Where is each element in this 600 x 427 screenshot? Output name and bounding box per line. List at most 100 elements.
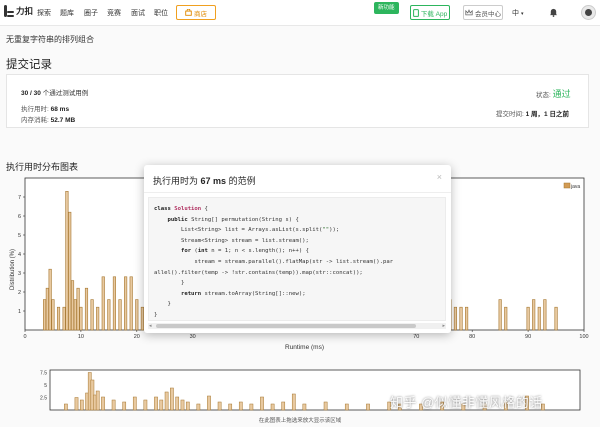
overview-y-tick-label: 2.5	[40, 396, 47, 402]
language-selector[interactable]: 中 ▾	[512, 8, 523, 18]
histogram-bar[interactable]	[70, 280, 75, 331]
store-label: 商店	[194, 10, 207, 18]
submit-time-label: 提交时间:	[496, 111, 524, 118]
histogram-bar[interactable]	[504, 306, 508, 331]
histogram-bar[interactable]	[51, 299, 55, 331]
avatar[interactable]	[581, 5, 596, 20]
runtime-value: 68 ms	[50, 106, 70, 113]
code-block[interactable]: class Solution { public String[] permuta…	[148, 197, 446, 321]
overview-bar	[302, 403, 307, 411]
histogram-bar[interactable]	[48, 268, 52, 331]
download-app-label: 下载 App	[420, 10, 448, 18]
overview-bar	[111, 399, 116, 411]
vip-center-button[interactable]: 会员中心	[463, 5, 503, 20]
histogram-bar[interactable]	[453, 306, 457, 331]
histogram-bar[interactable]	[79, 306, 83, 331]
histogram-bar[interactable]	[96, 306, 100, 331]
histogram-bar[interactable]	[43, 299, 47, 331]
modal-header: 执行用时为 67 ms 的范例 ×	[144, 165, 451, 193]
overview-bar	[143, 399, 148, 411]
close-icon[interactable]: ×	[437, 172, 442, 182]
histogram-bar[interactable]	[107, 299, 111, 331]
nav-jobs[interactable]: 职位	[154, 8, 168, 18]
memory-value: 52.7 MB	[50, 117, 76, 124]
status-badge: 通过	[552, 89, 571, 99]
nav-discuss[interactable]: 圈子	[84, 8, 98, 18]
histogram-bar[interactable]	[68, 211, 72, 331]
histogram-bar[interactable]	[537, 306, 541, 331]
histogram-bar[interactable]	[532, 299, 536, 331]
histogram-bar[interactable]	[498, 299, 502, 331]
nav-problems[interactable]: 题库	[60, 8, 74, 18]
x-tick-label: 80	[469, 334, 475, 340]
histogram-bar[interactable]	[65, 190, 69, 331]
x-axis-label: Runtime (ms)	[285, 344, 324, 351]
y-tick-label: 1	[18, 309, 21, 315]
submission-card: 30 / 30 个通过测试用例 执行用时: 68 ms 内存消耗: 52.7 M…	[6, 74, 589, 128]
overview-bar	[74, 397, 79, 411]
histogram-bar[interactable]	[73, 299, 77, 331]
histogram-bar[interactable]	[135, 299, 139, 331]
overview-bar	[122, 401, 127, 411]
legend-label[interactable]: java	[570, 184, 580, 190]
chevron-down-icon: ▾	[520, 11, 524, 17]
x-tick-label: 20	[134, 334, 140, 340]
overview-bar	[207, 395, 211, 411]
overview-bar	[185, 401, 190, 411]
submit-time-row: 提交时间: 1 周，1 日之前	[496, 108, 569, 118]
histogram-bar[interactable]	[45, 287, 49, 331]
overview-y-tick-label: 5	[44, 383, 47, 389]
histogram-bar[interactable]	[76, 287, 80, 331]
nav-interview[interactable]: 面试	[131, 8, 145, 18]
overview-bar	[196, 403, 201, 411]
modal-title-runtime: 67 ms	[200, 176, 227, 186]
code-horizontal-scrollbar[interactable]: ◂ ▸	[148, 323, 446, 329]
nav-explore[interactable]: 探索	[37, 8, 51, 18]
histogram-bar[interactable]	[459, 306, 463, 331]
histogram-bar[interactable]	[526, 306, 530, 331]
new-feature-badge[interactable]: 新功能	[374, 2, 399, 14]
memory-row: 内存消耗: 52.7 MB	[21, 114, 75, 124]
brand-logo[interactable]: 力扣	[3, 4, 33, 18]
passed-tests: 30 / 30 个通过测试用例	[21, 87, 88, 97]
bell-icon[interactable]	[549, 7, 558, 17]
overview-bar	[249, 403, 254, 411]
overview-bar	[170, 387, 174, 411]
histogram-bar[interactable]	[90, 299, 94, 331]
scrollbar-thumb[interactable]	[156, 324, 416, 328]
histogram-bar[interactable]	[62, 306, 66, 331]
overview-bar	[366, 403, 370, 411]
overview-bar	[132, 396, 137, 411]
sample-code-modal: 执行用时为 67 ms 的范例 × class Solution { publi…	[144, 165, 451, 333]
scroll-right-icon[interactable]: ▸	[442, 323, 445, 329]
overview-bar	[101, 396, 105, 411]
phone-icon	[412, 8, 419, 17]
histogram-bar[interactable]	[112, 276, 116, 331]
download-app-button[interactable]: 下载 App	[410, 5, 450, 20]
histogram-bar[interactable]	[56, 306, 61, 331]
x-tick-label: 0	[23, 334, 26, 340]
overview-bar	[159, 399, 164, 411]
legend-swatch	[563, 182, 571, 189]
x-tick-label: 100	[579, 334, 588, 340]
nav-contest[interactable]: 竞赛	[107, 8, 121, 18]
histogram-bar[interactable]	[101, 276, 105, 331]
overview-bar	[238, 401, 243, 411]
histogram-bar[interactable]	[129, 276, 133, 331]
overview-bar	[228, 403, 233, 411]
x-tick-label: 70	[413, 334, 419, 340]
histogram-bar[interactable]	[465, 306, 469, 331]
status-label: 状态:	[536, 92, 551, 99]
y-tick-label: 3	[18, 271, 21, 277]
histogram-bar[interactable]	[118, 299, 122, 331]
store-button[interactable]: 商店	[176, 5, 216, 20]
histogram-bar[interactable]	[543, 299, 547, 331]
overview-y-tick-label: 7.5	[40, 371, 47, 377]
histogram-bar[interactable]	[124, 276, 128, 331]
problem-title[interactable]: 无重复字符串的排列组合	[6, 34, 94, 45]
histogram-bar[interactable]	[84, 287, 89, 331]
overview-bar	[64, 403, 68, 411]
watermark: 知乎 @似懂非懂风格的话	[390, 395, 543, 410]
scroll-left-icon[interactable]: ◂	[149, 323, 152, 329]
histogram-bar[interactable]	[554, 306, 558, 331]
